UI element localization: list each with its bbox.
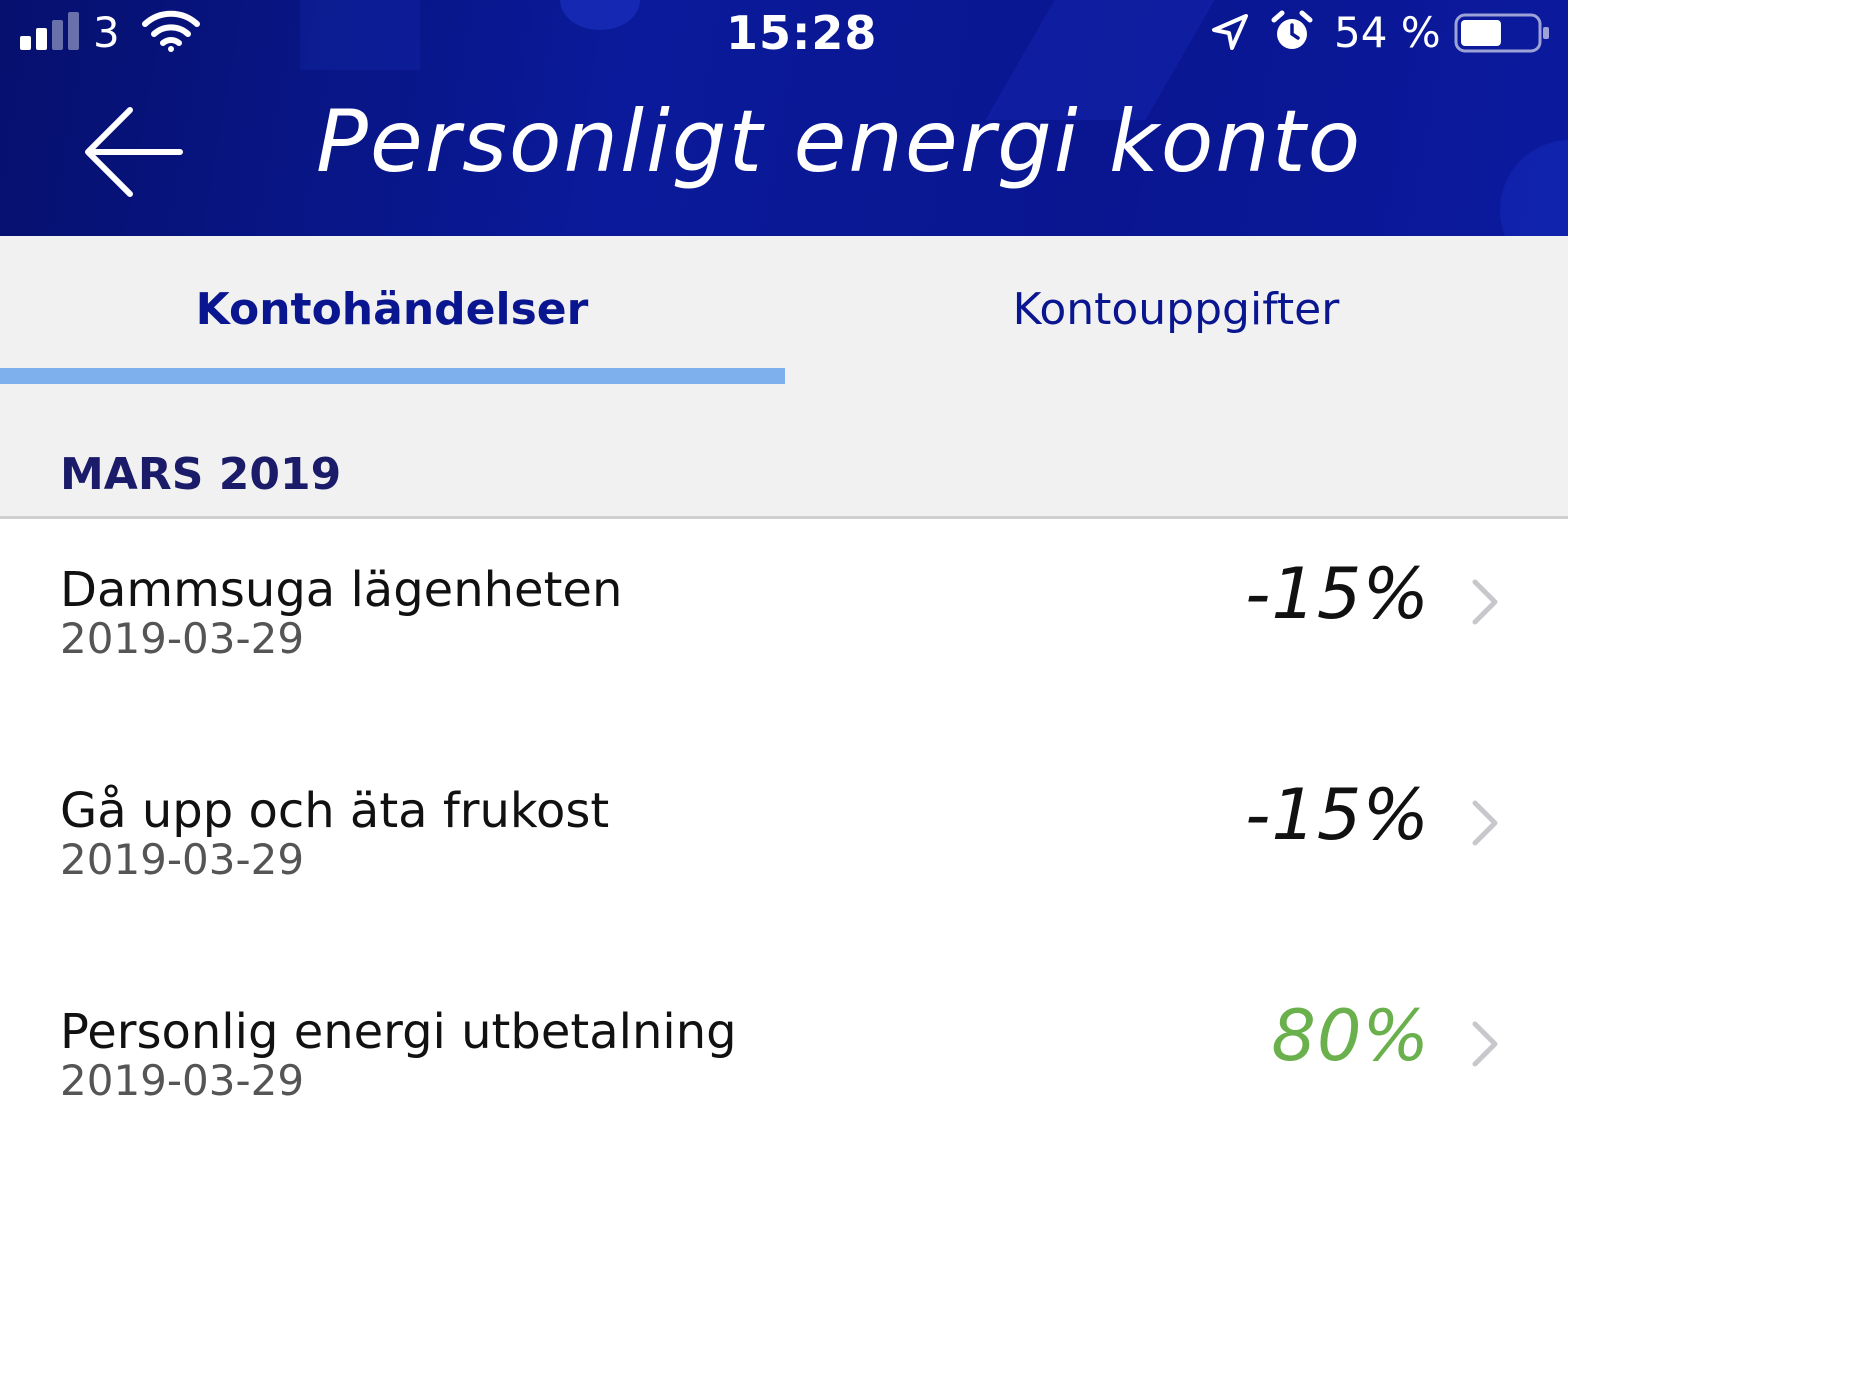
transaction-amount: -15% — [1245, 553, 1430, 635]
page-title: Personligt energi konto — [316, 92, 1363, 192]
wifi-icon — [142, 10, 200, 52]
list-item[interactable]: Personlig energi utbetalning 2019-03-29 … — [0, 995, 1568, 1222]
back-arrow-icon[interactable] — [80, 100, 190, 210]
header-decoration — [1500, 140, 1568, 236]
transaction-date: 2019-03-29 — [60, 614, 305, 663]
transaction-title: Personlig energi utbetalning — [60, 1004, 737, 1060]
list-item[interactable]: Gå upp och äta frukost 2019-03-29 -15% — [0, 774, 1568, 1001]
location-arrow-icon — [1212, 14, 1248, 50]
tab-kontouppgifter[interactable]: Kontouppgifter — [784, 236, 1568, 382]
chevron-right-icon — [1472, 579, 1498, 625]
app-header: 3 15:28 54 % Personligt energi konto — [0, 0, 1568, 236]
battery-percent: 54 % — [1334, 8, 1441, 57]
list-item[interactable]: Dammsuga lägenheten 2019-03-29 -15% — [0, 553, 1568, 780]
active-tab-indicator — [0, 368, 785, 384]
chevron-right-icon — [1472, 800, 1498, 846]
tab-bar: Kontohändelser Kontouppgifter — [0, 236, 1568, 389]
signal-icon — [20, 12, 82, 50]
transaction-title: Dammsuga lägenheten — [60, 562, 623, 618]
transaction-amount: -15% — [1245, 774, 1430, 856]
battery-icon — [1454, 13, 1549, 53]
section-title: MARS 2019 — [60, 449, 342, 500]
status-bar: 3 15:28 54 % — [0, 0, 1568, 70]
alarm-icon — [1271, 10, 1313, 49]
tab-kontohandelser[interactable]: Kontohändelser — [0, 236, 784, 382]
transaction-date: 2019-03-29 — [60, 835, 305, 884]
carrier-label: 3 — [93, 8, 120, 57]
transaction-title: Gå upp och äta frukost — [60, 783, 610, 839]
transaction-amount: 80% — [1271, 995, 1430, 1077]
chevron-right-icon — [1472, 1021, 1498, 1067]
transaction-date: 2019-03-29 — [60, 1056, 305, 1105]
status-time: 15:28 — [726, 6, 878, 60]
